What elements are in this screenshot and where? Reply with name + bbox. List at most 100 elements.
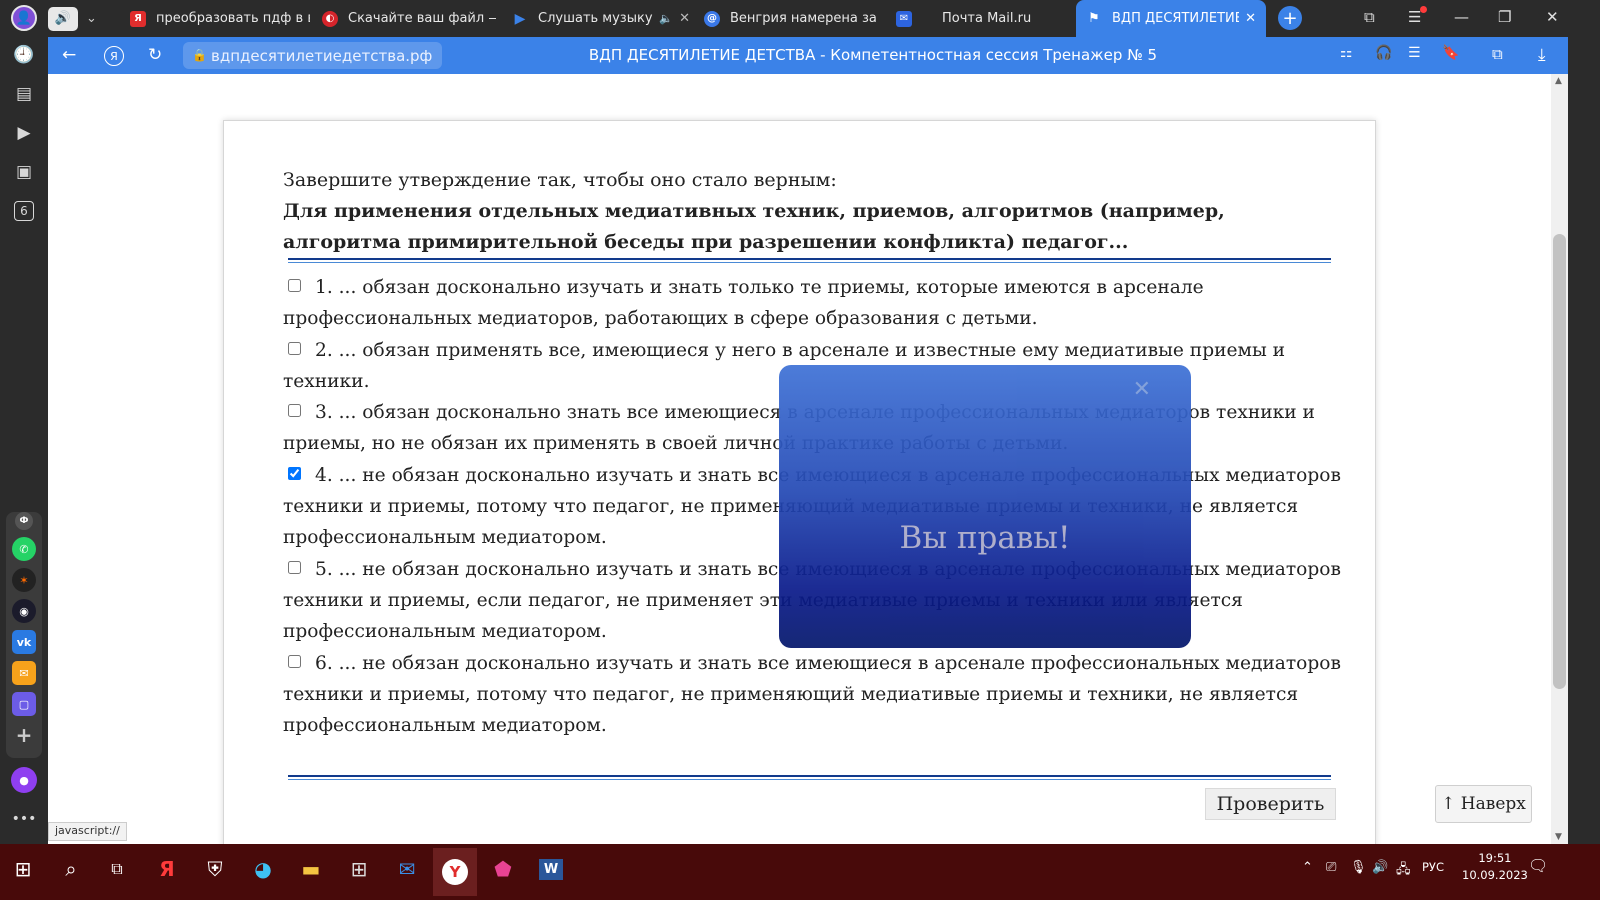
- close-window-icon[interactable]: ✕: [1546, 8, 1559, 26]
- right-panel-strip: [1568, 37, 1600, 844]
- option-1-label: 1. ... обязан досконально изучать и знат…: [283, 277, 1204, 330]
- bookmark-icon[interactable]: 🔖: [1442, 45, 1459, 61]
- question-text: Для применения отдельных медиативных тех…: [283, 200, 1225, 253]
- download-icon[interactable]: ⤓: [1538, 45, 1546, 65]
- notifications-icon[interactable]: 🗨: [1528, 856, 1548, 875]
- mail-app-icon[interactable]: ✉: [12, 661, 36, 685]
- alice-icon[interactable]: ●: [11, 767, 37, 793]
- chevron-down-icon[interactable]: ⌄: [86, 11, 97, 26]
- tab-title: ВДП ДЕСЯТИЛЕТИЕ ДЕТСТВА: [1112, 11, 1240, 26]
- tray-chevron-icon[interactable]: ⌃: [1302, 860, 1313, 875]
- speaker-icon: 🔈: [659, 12, 674, 25]
- yandex-home-icon[interactable]: Я: [104, 46, 124, 66]
- page-viewport: Завершите утверждение так, чтобы оно ста…: [48, 74, 1551, 844]
- back-icon[interactable]: ←: [62, 45, 76, 65]
- word-icon[interactable]: W: [534, 852, 568, 886]
- scroll-up-icon[interactable]: ▲: [1555, 76, 1562, 86]
- camera-tray-icon[interactable]: ⎚: [1326, 860, 1336, 875]
- option-3-checkbox[interactable]: [288, 404, 301, 418]
- profile-avatar[interactable]: 👤: [11, 5, 37, 31]
- tab-title: Слушать музыку бесп: [538, 11, 657, 26]
- volume-icon[interactable]: 🔊: [1372, 860, 1388, 875]
- option-4-checkbox[interactable]: [288, 466, 301, 480]
- tab-0[interactable]: Я преобразовать пдф в вор: [130, 3, 310, 34]
- address-bar: ← Я ↻ 🔒 вдпдесятилетиедетства.рф ВДП ДЕС…: [48, 37, 1568, 74]
- vk-icon[interactable]: vk: [12, 630, 36, 654]
- add-app-icon[interactable]: +: [12, 723, 36, 747]
- new-tab-button[interactable]: +: [1278, 6, 1302, 30]
- minimize-icon[interactable]: —: [1454, 8, 1469, 26]
- tab-strip: 🔊 ⌄ Я преобразовать пдф в вор ◐ Скачайте…: [48, 0, 1600, 37]
- collections-add-icon[interactable]: ⧉: [1492, 45, 1503, 63]
- reader-icon[interactable]: ☰: [1408, 45, 1421, 61]
- news-icon: @: [704, 10, 720, 27]
- close-tab-icon[interactable]: ✕: [1245, 11, 1256, 26]
- tab-title: преобразовать пдф в вор: [156, 11, 310, 26]
- history-icon[interactable]: 🕘: [10, 41, 38, 69]
- language-indicator[interactable]: РУС: [1422, 860, 1444, 874]
- tab-1[interactable]: ◐ Скачайте ваш файл — Со: [322, 3, 496, 34]
- option-5-checkbox[interactable]: [288, 560, 301, 574]
- sidebar-apps-panel: Ф ✆ ✶ ◉ vk ✉ ▢ +: [6, 512, 42, 758]
- tab-4[interactable]: ✉ Почта Mail.ru: [896, 3, 1076, 34]
- page-title: ВДП ДЕСЯТИЛЕТИЕ ДЕТСТВА - Компетентностн…: [588, 46, 1158, 64]
- whatsapp-icon[interactable]: ✆: [12, 537, 36, 561]
- yandex-browser-taskbar-icon[interactable]: Y: [433, 848, 477, 896]
- gem-app-icon[interactable]: ⬟: [486, 852, 520, 886]
- more-icon[interactable]: •••: [10, 805, 38, 833]
- quiz-card: Завершите утверждение так, чтобы оно ста…: [223, 120, 1376, 844]
- page-scrollbar[interactable]: ▲ ▼: [1551, 74, 1568, 844]
- file-explorer-icon[interactable]: ▬: [294, 852, 328, 886]
- scrollbar-thumb[interactable]: [1553, 234, 1566, 689]
- tabs-counter-badge[interactable]: 6: [14, 201, 34, 221]
- reload-icon[interactable]: ↻: [148, 45, 162, 65]
- tab-5-active[interactable]: ⚑ ВДП ДЕСЯТИЛЕТИЕ ДЕТСТВА ✕: [1076, 0, 1266, 37]
- close-tab-icon[interactable]: ✕: [679, 11, 690, 26]
- yandex-app-icon[interactable]: Я: [150, 852, 184, 886]
- aliexpress-icon[interactable]: ✶: [12, 568, 36, 592]
- edge-icon[interactable]: ◕: [246, 852, 280, 886]
- headphones-icon[interactable]: 🎧: [1375, 45, 1392, 61]
- option-1-checkbox[interactable]: [288, 279, 301, 292]
- tab-audio-control[interactable]: 🔊 ⌄: [48, 3, 104, 34]
- clock[interactable]: 19:51 10.09.2023: [1462, 850, 1528, 884]
- windows-start-icon[interactable]: ⊞: [6, 852, 40, 886]
- collections-icon[interactable]: ▤: [10, 80, 38, 108]
- scroll-down-icon[interactable]: ▼: [1555, 832, 1562, 842]
- result-message: Вы правы!: [899, 520, 1071, 556]
- microphone-icon[interactable]: 🎙: [1350, 860, 1367, 875]
- video-icon[interactable]: ▶: [10, 119, 38, 147]
- mail-app-taskbar-icon[interactable]: ✉: [390, 852, 424, 886]
- tab-2[interactable]: ▶ Слушать музыку бесп 🔈 ✕: [512, 3, 690, 34]
- windows-taskbar: ⊞ ⌕ ⧉ Я ⛨ ◕ ▬ ⊞ ✉ Y ⬟ W ⌃ ⎚ 🎙 🔊 🖧 РУС 19…: [0, 844, 1600, 900]
- tab-3[interactable]: @ Венгрия намерена замен: [704, 3, 876, 34]
- option-6: 6. ... не обязан досконально изучать и з…: [283, 648, 1343, 742]
- speaker-icon[interactable]: 🔊: [48, 6, 78, 31]
- tab-title: Скачайте ваш файл — Со: [348, 11, 496, 26]
- option-6-checkbox[interactable]: [288, 654, 301, 668]
- menu-icon[interactable]: ☰: [1408, 6, 1427, 26]
- option-2-checkbox[interactable]: [288, 341, 301, 355]
- check-button[interactable]: Проверить: [1205, 788, 1336, 820]
- network-icon[interactable]: 🖧: [1396, 860, 1411, 882]
- close-icon[interactable]: ✕: [1133, 377, 1151, 402]
- task-view-icon[interactable]: ⧉: [100, 852, 134, 886]
- search-icon[interactable]: ⌕: [54, 852, 88, 886]
- yandex-icon: Я: [130, 10, 146, 27]
- divider-top: [288, 258, 1331, 263]
- music-icon[interactable]: ◉: [12, 599, 36, 623]
- question-block: Завершите утверждение так, чтобы оно ста…: [283, 165, 1343, 258]
- app-icon[interactable]: Ф: [15, 512, 33, 530]
- tabs-manager-icon[interactable]: ⧉: [1364, 8, 1375, 26]
- url-field[interactable]: 🔒 вдпдесятилетиедетства.рф: [183, 42, 443, 69]
- tab-title: Почта Mail.ru: [942, 11, 1032, 26]
- tab-title: Венгрия намерена замен: [730, 11, 876, 26]
- screenshot-icon[interactable]: ▣: [10, 158, 38, 186]
- scroll-top-button[interactable]: ↑ Наверх: [1435, 785, 1532, 823]
- restore-icon[interactable]: ❐: [1498, 8, 1511, 26]
- game-app-icon[interactable]: ⛨: [198, 852, 232, 886]
- store-icon[interactable]: ⊞: [342, 852, 376, 886]
- extensions-icon[interactable]: ⚏: [1340, 45, 1353, 61]
- messenger-icon[interactable]: ▢: [12, 692, 36, 716]
- question-intro: Завершите утверждение так, чтобы оно ста…: [283, 169, 837, 191]
